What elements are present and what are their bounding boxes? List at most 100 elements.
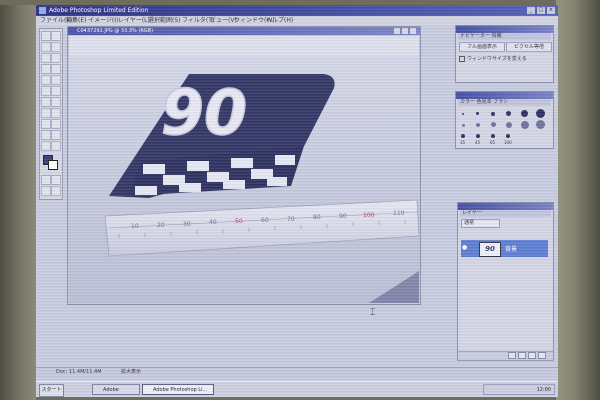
- svg-text:50: 50: [235, 218, 243, 225]
- brush-preset[interactable]: [491, 122, 496, 127]
- resize-window-option[interactable]: ウィンドウサイズを変える: [459, 55, 527, 62]
- crop-tool-icon[interactable]: [41, 53, 51, 63]
- taskbar-item-illustrator[interactable]: Adobe Illustrator: [92, 384, 140, 395]
- brush-preset[interactable]: [476, 123, 480, 127]
- layer-style-icon[interactable]: [508, 352, 516, 359]
- layer-row-background[interactable]: ● 90 背景: [461, 240, 548, 257]
- photoshop-app-icon: [39, 7, 46, 14]
- svg-text:80: 80: [313, 214, 321, 221]
- eyedropper-tool-icon[interactable]: [51, 130, 61, 140]
- trash-icon[interactable]: [538, 352, 546, 359]
- brush-preset[interactable]: [476, 112, 479, 115]
- brush-preset[interactable]: [536, 109, 545, 118]
- healing-tool-icon[interactable]: [41, 64, 51, 74]
- navigator-tabs[interactable]: ナビゲーター 情報: [458, 33, 551, 40]
- layer-thumbnail: 90: [479, 242, 501, 257]
- menu-layer[interactable]: レイヤー(L): [118, 16, 150, 26]
- svg-text:60: 60: [261, 217, 269, 224]
- brush-preset[interactable]: [521, 121, 529, 129]
- dodge-tool-icon[interactable]: [51, 97, 61, 107]
- eraser-tool-icon[interactable]: [41, 86, 51, 96]
- blend-mode-select[interactable]: 通常: [461, 219, 500, 228]
- close-button[interactable]: ×: [547, 7, 555, 14]
- new-set-icon[interactable]: [518, 352, 526, 359]
- brush-preset[interactable]: [506, 134, 510, 138]
- screen-mode-icon[interactable]: [41, 186, 51, 196]
- brush-preset[interactable]: [521, 110, 528, 117]
- notes-tool-icon[interactable]: [41, 130, 51, 140]
- brush-tool-icon[interactable]: [51, 64, 61, 74]
- pen-tool-icon[interactable]: [41, 119, 51, 129]
- monitor-bezel-right: [556, 0, 600, 400]
- toolbox: [39, 28, 63, 200]
- minimize-button[interactable]: _: [527, 7, 535, 14]
- maximize-button[interactable]: □: [537, 7, 545, 14]
- brush-preset[interactable]: [491, 134, 495, 138]
- start-button[interactable]: スタート: [39, 384, 64, 397]
- brush-preset[interactable]: [536, 120, 545, 129]
- blur-tool-icon[interactable]: [41, 97, 51, 107]
- gradient-tool-icon[interactable]: [51, 86, 61, 96]
- layers-panel-footer: [458, 351, 553, 360]
- sign-number: 90: [161, 76, 247, 149]
- document-maximize-button[interactable]: [402, 28, 408, 34]
- menu-edit[interactable]: 編集(E): [66, 16, 86, 26]
- system-tray-clock[interactable]: 12:00: [483, 384, 555, 395]
- zoom-tool-icon[interactable]: [51, 141, 61, 151]
- layers-tab[interactable]: レイヤー: [460, 210, 551, 217]
- type-tool-icon[interactable]: [51, 108, 61, 118]
- brush-preset[interactable]: [462, 124, 465, 127]
- brush-size-label: 100: [504, 140, 512, 145]
- brush-preset[interactable]: [476, 134, 480, 138]
- color-brush-tabs[interactable]: カラー 色見本 ブラシ: [458, 99, 551, 106]
- document-titlebar[interactable]: C0437292.JPG @ 33.3% (RGB): [68, 27, 420, 35]
- app-title: Adobe Photoshop Limited Edition: [49, 7, 149, 14]
- background-color-swatch[interactable]: [48, 160, 58, 170]
- document-close-button[interactable]: [410, 28, 416, 34]
- magic-wand-tool-icon[interactable]: [51, 42, 61, 52]
- history-brush-tool-icon[interactable]: [51, 75, 61, 85]
- brush-preset[interactable]: [506, 111, 511, 116]
- brush-preset[interactable]: [506, 122, 512, 128]
- navigator-panel-header[interactable]: [456, 26, 553, 33]
- menu-view[interactable]: ビュー(V): [210, 16, 237, 26]
- svg-text:20: 20: [157, 222, 165, 229]
- doc-info[interactable]: Doc: 11.4M/11.4M: [56, 368, 102, 377]
- svg-text:40: 40: [209, 219, 217, 226]
- actual-pixels-button[interactable]: ピクセル等倍: [506, 42, 552, 52]
- standard-mode-icon[interactable]: [41, 175, 51, 185]
- brush-preset[interactable]: [491, 112, 495, 116]
- marquee-tool-icon[interactable]: [41, 31, 51, 41]
- menu-image[interactable]: イメージ(I): [88, 16, 118, 26]
- brushes-panel-header[interactable]: [456, 92, 553, 99]
- stamp-tool-icon[interactable]: [41, 75, 51, 85]
- quick-mask-mode-icon[interactable]: [51, 175, 61, 185]
- brush-size-label: 45: [475, 140, 481, 145]
- move-tool-icon[interactable]: [51, 31, 61, 41]
- document-canvas[interactable]: 90 10 20 30 40 50 60 70 80 90 100 110: [69, 36, 419, 303]
- document-minimize-button[interactable]: [394, 28, 400, 34]
- path-tool-icon[interactable]: [41, 108, 51, 118]
- fit-screen-button[interactable]: フル画面表示: [459, 42, 505, 52]
- brush-size-label: 65: [490, 140, 496, 145]
- layers-panel-header[interactable]: [458, 203, 553, 210]
- svg-text:10: 10: [131, 223, 139, 230]
- jump-to-imageready-icon[interactable]: [51, 186, 61, 196]
- lasso-tool-icon[interactable]: [41, 42, 51, 52]
- brush-preset[interactable]: [461, 134, 465, 138]
- svg-text:70: 70: [287, 216, 295, 223]
- hand-tool-icon[interactable]: [41, 141, 51, 151]
- brush-size-label: 35: [460, 140, 466, 145]
- taskbar-item-photoshop[interactable]: Adobe Photoshop Li...: [142, 384, 214, 395]
- monitor-bezel-left: [0, 0, 36, 400]
- status-hint: 拡大表示: [121, 369, 142, 375]
- brush-preset[interactable]: [462, 113, 464, 115]
- menu-help[interactable]: ヘルプ(H): [266, 16, 293, 26]
- slice-tool-icon[interactable]: [51, 53, 61, 63]
- menu-select[interactable]: 選択範囲(S): [148, 16, 181, 26]
- layer-name: 背景: [505, 246, 518, 253]
- shape-tool-icon[interactable]: [51, 119, 61, 129]
- resize-window-checkbox[interactable]: [459, 55, 465, 62]
- new-layer-icon[interactable]: [528, 352, 536, 359]
- eye-icon[interactable]: ●: [462, 245, 468, 251]
